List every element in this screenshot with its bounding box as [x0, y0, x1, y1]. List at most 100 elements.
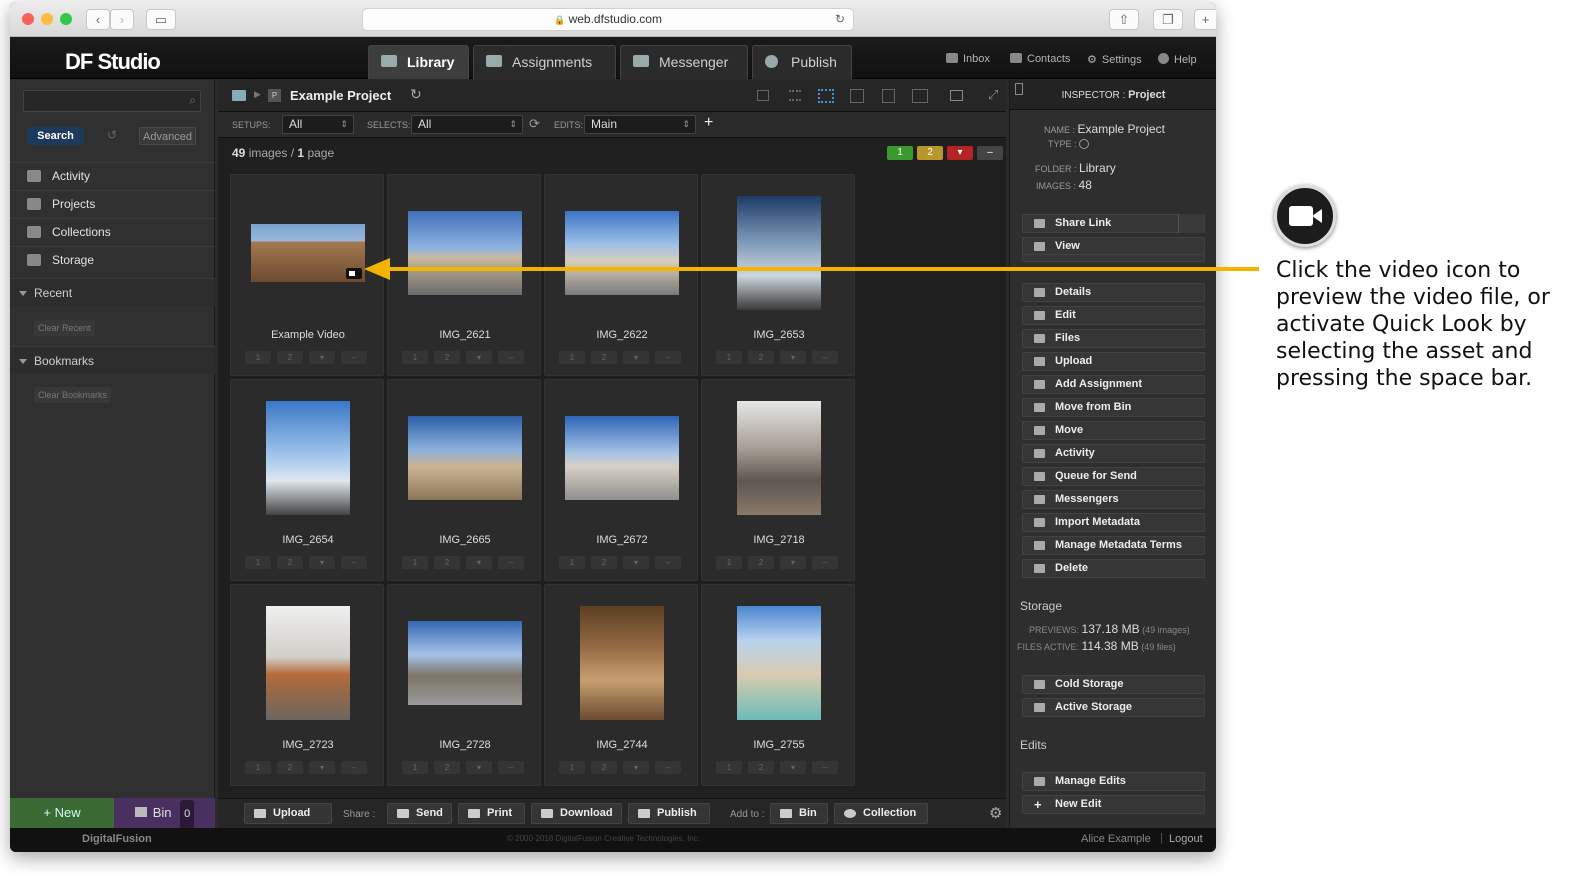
rate-1-button[interactable]: 1: [559, 761, 585, 774]
clear-rating-button[interactable]: –: [341, 761, 367, 774]
rate-2-button[interactable]: 2: [277, 351, 303, 364]
reject-button[interactable]: ▾: [623, 351, 649, 364]
queue-for-send-button[interactable]: Queue for Send: [1022, 467, 1205, 486]
contacts-link[interactable]: Contacts: [1010, 53, 1070, 65]
help-link[interactable]: Help: [1158, 53, 1197, 66]
rate-1-button[interactable]: 1: [245, 351, 271, 364]
rate-2-button[interactable]: 2: [434, 351, 460, 364]
rate-1-button[interactable]: 1: [245, 761, 271, 774]
delete-button[interactable]: Delete: [1022, 559, 1205, 578]
rate-2-button[interactable]: 2: [277, 761, 303, 774]
download-button[interactable]: Download: [531, 803, 622, 824]
thumbnail-image[interactable]: [408, 416, 522, 500]
rate-2-button[interactable]: 2: [591, 351, 617, 364]
cold-storage-button[interactable]: Cold Storage: [1022, 675, 1205, 694]
rate-1-button[interactable]: 1: [559, 351, 585, 364]
sidebar-item-projects[interactable]: Projects: [10, 190, 215, 217]
clear-rating-button[interactable]: –: [498, 556, 524, 569]
grid-cell[interactable]: IMG_2665 1 2 ▾ –: [387, 379, 541, 581]
rate-1-button[interactable]: 1: [402, 351, 428, 364]
rate-2-button[interactable]: 2: [591, 761, 617, 774]
settings-link[interactable]: ⚙ Settings: [1087, 53, 1142, 66]
clear-rating-button[interactable]: –: [341, 351, 367, 364]
zoom-window-button[interactable]: [60, 13, 72, 25]
add-to-bin-button[interactable]: Bin: [770, 803, 828, 824]
gear-icon[interactable]: ⚙: [989, 804, 1002, 822]
video-icon[interactable]: [346, 268, 362, 279]
grid-cell[interactable]: IMG_2622 1 2 ▾ –: [544, 174, 698, 376]
sync-icon[interactable]: ⟳: [529, 116, 540, 132]
reset-search-icon[interactable]: ↺: [107, 128, 117, 142]
rate-1-button[interactable]: 1: [716, 556, 742, 569]
sidebar-item-collections[interactable]: Collections: [10, 218, 215, 245]
grid-cell[interactable]: IMG_2672 1 2 ▾ –: [544, 379, 698, 581]
add-edit-icon[interactable]: +: [704, 114, 713, 132]
rate-2-button[interactable]: 2: [591, 556, 617, 569]
reject-button[interactable]: ▾: [309, 761, 335, 774]
search-button[interactable]: Search: [27, 127, 84, 145]
thumbnail-image[interactable]: [266, 401, 350, 515]
small-grid-view-icon[interactable]: [818, 89, 834, 103]
grid-cell[interactable]: IMG_2653 1 2 ▾ –: [701, 174, 855, 376]
edit-button[interactable]: Edit: [1022, 306, 1205, 325]
list-view-icon[interactable]: [757, 90, 769, 101]
rate-2-button[interactable]: 2: [434, 761, 460, 774]
overlay-view-icon[interactable]: [950, 90, 963, 101]
reject-button[interactable]: ▾: [309, 556, 335, 569]
rate-1-button[interactable]: 1: [245, 556, 271, 569]
hidden-action-button[interactable]: [1022, 254, 1205, 262]
share-link-button[interactable]: Share Link: [1022, 214, 1205, 233]
new-tab-button[interactable]: +: [1194, 9, 1216, 30]
clear-rating-button[interactable]: –: [655, 351, 681, 364]
manage-edits-button[interactable]: Manage Edits: [1022, 772, 1205, 791]
send-button[interactable]: Send: [387, 803, 452, 824]
share-button[interactable]: ⇧: [1109, 9, 1139, 30]
grid-cell[interactable]: IMG_2718 1 2 ▾ –: [701, 379, 855, 581]
clear-rating-button[interactable]: –: [655, 556, 681, 569]
print-button[interactable]: Print: [458, 803, 525, 824]
thumbnail-image[interactable]: [737, 196, 821, 310]
manage-metadata-terms-button[interactable]: Manage Metadata Terms: [1022, 536, 1205, 555]
active-storage-button[interactable]: Active Storage: [1022, 698, 1205, 717]
grid-cell[interactable]: IMG_2755 1 2 ▾ –: [701, 584, 855, 786]
reject-filter[interactable]: ▾: [947, 146, 973, 160]
upload-button[interactable]: Upload: [244, 803, 332, 824]
rating-filter-1[interactable]: 1: [887, 146, 913, 160]
clear-rating-button[interactable]: –: [498, 761, 524, 774]
fullscreen-icon[interactable]: ⤢: [988, 87, 998, 103]
tab-assignments[interactable]: Assignments: [473, 45, 616, 79]
thumbnail-image[interactable]: [266, 606, 350, 720]
sidebar-toggle-button[interactable]: ▭: [146, 9, 176, 30]
advanced-search-button[interactable]: Advanced: [139, 127, 196, 145]
move-from-bin-button[interactable]: Move from Bin: [1022, 398, 1205, 417]
clear-rating-button[interactable]: –: [812, 556, 838, 569]
rate-1-button[interactable]: 1: [402, 761, 428, 774]
thumbnail-image[interactable]: [565, 211, 679, 295]
rate-2-button[interactable]: 2: [277, 556, 303, 569]
large-grid-view-icon[interactable]: [850, 89, 864, 103]
messengers-button[interactable]: Messengers: [1022, 490, 1205, 509]
selects-select[interactable]: All ⇕: [411, 115, 523, 134]
inbox-link[interactable]: Inbox: [946, 53, 990, 65]
thumbnail-image[interactable]: [408, 211, 522, 295]
rate-1-button[interactable]: 1: [716, 761, 742, 774]
reject-button[interactable]: ▾: [780, 556, 806, 569]
grid-cell[interactable]: IMG_2621 1 2 ▾ –: [387, 174, 541, 376]
minimize-window-button[interactable]: [41, 13, 53, 25]
reload-icon[interactable]: ↻: [835, 9, 845, 30]
move-button[interactable]: Move: [1022, 421, 1205, 440]
thumbnail-image[interactable]: [565, 416, 679, 500]
bookmarks-section-toggle[interactable]: Bookmarks: [10, 346, 215, 374]
address-bar[interactable]: 🔒 web.dfstudio.com ↻: [362, 8, 854, 31]
clear-rating-button[interactable]: –: [498, 351, 524, 364]
sidebar-item-storage[interactable]: Storage: [10, 246, 215, 273]
files-button[interactable]: Files: [1022, 329, 1205, 348]
reject-button[interactable]: ▾: [780, 761, 806, 774]
logout-link[interactable]: Logout: [1169, 833, 1203, 845]
thumbnail-image[interactable]: [251, 224, 365, 282]
reject-button[interactable]: ▾: [466, 351, 492, 364]
setups-select[interactable]: All ⇕: [282, 115, 354, 134]
thumbnail-image[interactable]: [580, 606, 664, 720]
publish-button[interactable]: Publish: [628, 803, 710, 824]
grid-cell[interactable]: IMG_2723 1 2 ▾ –: [230, 584, 384, 786]
